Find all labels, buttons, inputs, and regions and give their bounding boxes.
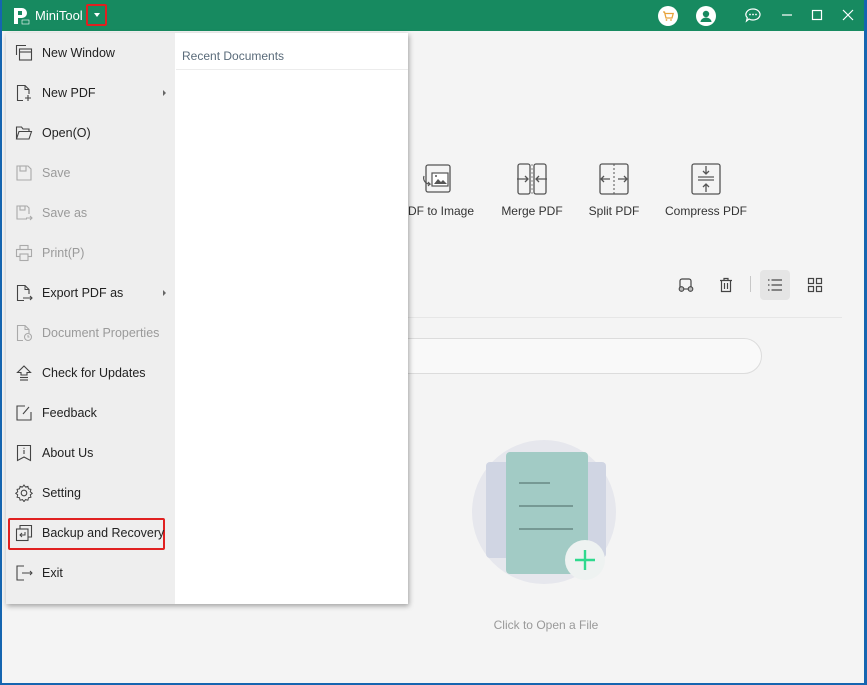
grid-view-icon [807,277,823,293]
app-menu-dropdown-button[interactable] [86,4,107,26]
user-icon[interactable] [696,6,716,26]
update-icon [16,365,32,381]
backup-icon [15,524,33,542]
app-name: MiniTool [35,8,83,23]
feedback-chat-icon[interactable] [743,6,763,26]
menu-item-backup-and-recovery[interactable]: Backup and Recovery [6,513,175,553]
app-window: MiniTool PDF to Image Merge PDF Split PD… [2,0,864,683]
printer-icon [15,244,33,262]
pdf-to-image-icon [423,164,451,193]
app-dropdown-menu: New Window New PDF Open(O) Save Save as … [6,33,408,604]
caret-down-icon [93,13,100,17]
gear-icon [15,484,33,502]
read-mode-button[interactable] [671,270,701,300]
minitool-pdf-logo-icon [14,8,30,25]
search-input[interactable] [382,338,762,374]
info-bookmark-icon [16,444,32,462]
compress-pdf-icon [691,163,721,195]
list-view-icon [768,279,782,291]
submenu-arrow-icon [163,290,166,296]
maximize-icon [811,9,823,21]
merge-pdf-icon [517,163,547,195]
save-as-icon [16,205,33,221]
tool-label: Split PDF [588,204,640,218]
save-icon [16,165,32,181]
delete-button[interactable] [711,270,741,300]
minimize-icon [782,14,792,16]
tool-compress-pdf[interactable]: Compress PDF [661,162,751,218]
section-divider [406,317,842,318]
menu-item-feedback[interactable]: Feedback [6,393,175,433]
cart-icon[interactable] [658,6,678,26]
grid-view-button[interactable] [800,270,830,300]
menu-item-check-for-updates[interactable]: Check for Updates [6,353,175,393]
glasses-icon [678,278,694,292]
maximize-button[interactable] [805,4,829,26]
tool-merge-pdf[interactable]: Merge PDF [487,162,577,218]
menu-item-print[interactable]: Print(P) [6,233,175,273]
minimize-button[interactable] [775,4,799,26]
recent-documents-divider [176,69,408,70]
recent-documents-title: Recent Documents [182,49,285,63]
tool-label: Compress PDF [664,204,747,218]
menu-item-save[interactable]: Save [6,153,175,193]
title-bar: MiniTool [2,0,864,31]
submenu-arrow-icon [163,90,166,96]
close-button[interactable] [836,4,860,26]
menu-item-exit[interactable]: Exit [6,553,175,593]
tool-label: Merge PDF [501,204,563,218]
folder-open-icon [15,126,33,140]
list-view-button[interactable] [760,270,790,300]
menu-item-new-window[interactable]: New Window [6,33,175,73]
document-properties-icon [16,324,33,342]
close-icon [842,9,854,21]
feedback-icon [16,405,32,421]
open-file-label[interactable]: Click to Open a File [456,618,636,632]
menu-item-about-us[interactable]: About Us [6,433,175,473]
trash-icon [720,277,732,293]
export-icon [16,284,33,302]
menu-item-setting[interactable]: Setting [6,473,175,513]
toolbar-divider [750,276,751,292]
menu-item-save-as[interactable]: Save as [6,193,175,233]
menu-item-document-properties[interactable]: Document Properties [6,313,175,353]
menu-item-new-pdf[interactable]: New PDF [6,73,175,113]
tool-split-pdf[interactable]: Split PDF [569,162,659,218]
open-file-illustration[interactable] [462,435,632,595]
split-pdf-icon [599,163,629,195]
menu-item-export-pdf-as[interactable]: Export PDF as [6,273,175,313]
new-pdf-icon [16,84,31,102]
new-window-icon [15,44,33,61]
exit-icon [16,565,33,581]
menu-item-open[interactable]: Open(O) [6,113,175,153]
